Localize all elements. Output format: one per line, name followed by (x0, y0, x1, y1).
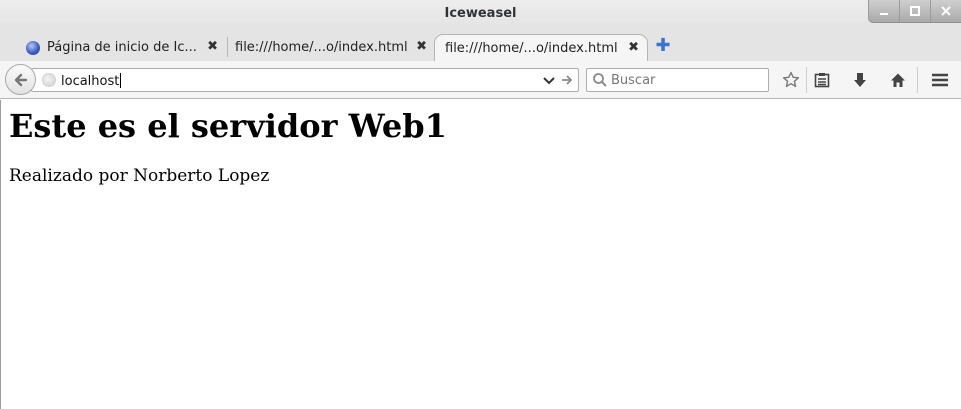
page-paragraph: Realizado por Norberto Lopez (9, 166, 270, 186)
home-icon (891, 73, 905, 87)
go-arrow-icon[interactable] (560, 72, 574, 92)
url-input[interactable]: localhost (61, 73, 121, 89)
window-titlebar[interactable]: Iceweasel (0, 0, 961, 27)
site-identity-icon[interactable] (42, 73, 56, 87)
globe-icon (26, 40, 40, 55)
page-content: Este es el servidor Web1 Realizado por N… (0, 100, 961, 409)
downloads-button[interactable] (848, 69, 872, 91)
tab-label: file:///home/...o/index.html (445, 40, 618, 56)
tab-file-index-2[interactable]: file:///home/...o/index.html ✖ (434, 34, 648, 61)
toolbar-divider (806, 67, 807, 93)
maximize-icon (910, 6, 920, 16)
url-bar[interactable]: localhost (31, 68, 579, 92)
download-arrow-icon (854, 73, 866, 87)
page-heading: Este es el servidor Web1 (9, 107, 447, 145)
navigation-toolbar: localhost (0, 61, 961, 99)
chevron-down-icon[interactable] (542, 72, 556, 92)
back-button[interactable] (5, 64, 36, 95)
tab-close-icon[interactable]: ✖ (207, 39, 218, 54)
tab-close-icon[interactable]: ✖ (628, 40, 639, 55)
home-button[interactable] (886, 69, 910, 91)
back-arrow-icon (14, 73, 27, 86)
search-input[interactable] (611, 72, 761, 88)
bookmarks-menu-button[interactable] (810, 69, 834, 91)
magnifier-icon[interactable] (592, 72, 608, 92)
bookmark-star-button[interactable] (779, 69, 803, 91)
tab-strip: Página de inicio de Ic... ✖ file:///home… (0, 27, 961, 61)
maximize-button[interactable] (899, 0, 930, 23)
hamburger-menu-icon (932, 73, 948, 87)
window-title: Iceweasel (444, 6, 517, 21)
tab-start-page[interactable]: Página de inicio de Ic... ✖ (18, 34, 226, 61)
star-icon (782, 71, 800, 88)
minimize-icon (880, 13, 888, 15)
tab-close-icon[interactable]: ✖ (416, 39, 427, 54)
new-tab-button[interactable]: ✚ (655, 37, 671, 55)
tab-label: file:///home/...o/index.html (235, 40, 408, 55)
clipboard-list-icon (814, 73, 830, 88)
minimize-button[interactable] (868, 0, 899, 23)
toolbar-divider (917, 67, 918, 93)
tab-label: Página de inicio de Ic... (47, 40, 197, 55)
search-bar[interactable] (586, 68, 769, 92)
open-menu-button[interactable] (928, 69, 952, 91)
tab-file-index-1[interactable]: file:///home/...o/index.html ✖ (227, 34, 435, 61)
close-icon (941, 6, 951, 16)
window-controls (868, 0, 961, 24)
close-window-button[interactable] (930, 0, 961, 23)
